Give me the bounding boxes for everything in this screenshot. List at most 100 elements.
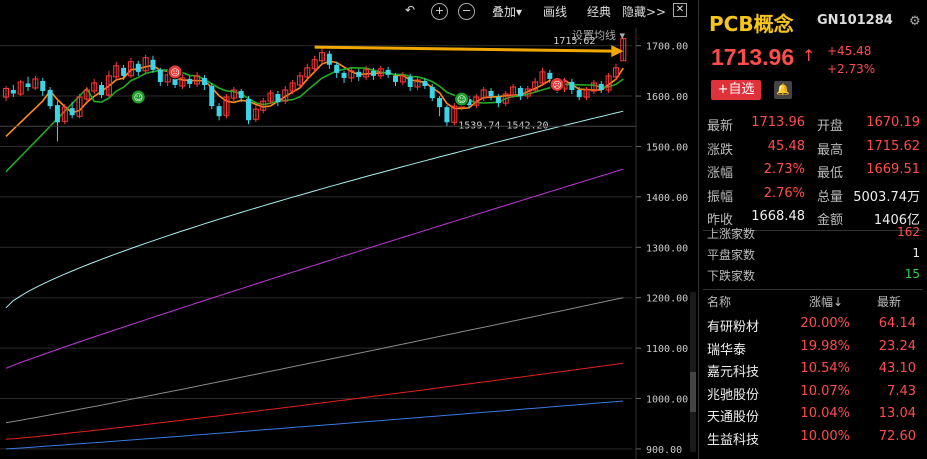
candle-body	[576, 90, 582, 98]
col-name[interactable]: 名称	[707, 293, 731, 310]
candle-body	[209, 85, 215, 107]
kline-chart-area[interactable]: 1700.00 1600.00 1500.00 1400.00 1300.00 1200.…	[0, 0, 697, 459]
candle-body	[157, 69, 163, 82]
candle-body	[69, 108, 75, 116]
candle-body	[275, 94, 281, 103]
undo-icon[interactable]: ↶	[405, 3, 415, 17]
stat-value: 5003.74万	[853, 189, 920, 205]
draw-line-button[interactable]: 画线	[543, 3, 567, 20]
table-row[interactable]: 兆驰股份 10.07% 7.43	[699, 381, 927, 404]
stock-name: 嘉元科技	[707, 365, 760, 380]
stat-label: 振幅	[707, 189, 734, 205]
close-icon[interactable]: ✕	[673, 3, 687, 17]
stock-price: 43.10	[878, 361, 916, 376]
col-change-pct[interactable]: 涨幅↓	[809, 293, 843, 310]
stock-name: 生益科技	[707, 432, 760, 448]
moving-average-line	[5, 400, 624, 450]
stat-value: 1668.48	[751, 209, 805, 224]
zoom-out-icon[interactable]: −	[458, 3, 475, 20]
chart-toolbar: ↶ + − 叠加▾ 画线 经典 隐藏>> ✕	[0, 0, 697, 24]
candle-body	[54, 105, 60, 123]
candle-body	[385, 69, 391, 75]
index-name: PCB概念	[709, 12, 794, 36]
stock-price: 64.14	[878, 316, 916, 331]
trend-arrow-head	[611, 45, 624, 58]
breadth-label: 下跌家数	[707, 269, 756, 283]
candlestick-chart[interactable]: 1700.00 1600.00 1500.00 1400.00 1300.00 1200.…	[0, 0, 697, 459]
stat-row: 振幅 2.76% 总量 5003.74万	[699, 183, 927, 207]
stat-label: 最高	[817, 142, 844, 158]
price-change: +45.48 +2.73%	[827, 42, 875, 78]
price-tick-label: 1000.00	[646, 395, 688, 406]
ma-setting-button[interactable]: 设置均线 ▾	[572, 27, 625, 43]
stock-price: 7.43	[887, 383, 916, 399]
candle-body	[429, 86, 435, 99]
table-row[interactable]: 瑞华泰 19.98% 23.24	[699, 336, 927, 359]
breadth-label: 上涨家数	[707, 227, 756, 241]
overlay-button[interactable]: 叠加▾	[492, 3, 522, 20]
stat-label: 总量	[817, 189, 844, 205]
stat-row: 涨幅 2.73% 最低 1669.51	[699, 159, 927, 183]
scroll-thumb[interactable]	[690, 372, 696, 412]
signal-face: ☹	[552, 80, 561, 91]
classic-button[interactable]: 经典	[587, 3, 611, 20]
table-row[interactable]: 生益科技 10.00% 72.60	[699, 426, 927, 449]
stat-value: 1669.51	[866, 162, 920, 177]
stock-name: 天通股份	[707, 410, 760, 425]
stat-value: 45.48	[767, 138, 805, 154]
stock-change-pct: 19.98%	[800, 338, 850, 354]
stat-label: 涨幅	[707, 166, 734, 181]
moving-average-line	[5, 110, 624, 309]
latest-price: 1713.96	[711, 44, 795, 70]
candle-body	[598, 83, 604, 91]
candle-body	[422, 80, 428, 86]
breadth-value: 162	[897, 225, 920, 239]
change-value: +45.48	[827, 44, 872, 58]
candle-body	[547, 72, 553, 79]
stock-change-pct: 20.00%	[800, 316, 850, 331]
hide-button[interactable]: 隐藏>>	[622, 3, 666, 20]
list-scrollbar[interactable]	[690, 292, 696, 452]
stock-name: 瑞华泰	[707, 342, 747, 358]
candle-body	[10, 90, 16, 94]
stock-name: 有研粉材	[707, 320, 760, 335]
stat-row: 涨跌 45.48 最高 1715.62	[699, 136, 927, 160]
quote-panel: PCB概念 GN101284 ⚙ 1713.96 ↑ +45.48 +2.73%…	[698, 0, 927, 459]
stat-value: 1670.19	[866, 115, 920, 130]
stat-value: 1713.96	[751, 115, 805, 130]
settings-icon[interactable]: ⚙	[909, 14, 921, 29]
stock-change-pct: 10.04%	[800, 406, 850, 421]
candle-body	[370, 70, 376, 76]
candle-body	[121, 67, 127, 76]
breadth-row: 下跌家数 15	[699, 265, 927, 286]
stock-price: 13.04	[878, 406, 916, 421]
candle-body	[334, 64, 340, 73]
zoom-in-icon[interactable]: +	[431, 3, 448, 20]
moving-average-line	[5, 168, 624, 369]
table-row[interactable]: 有研粉材 20.00% 64.14	[699, 313, 927, 336]
stock-price: 23.24	[878, 338, 916, 354]
candle-body	[444, 107, 450, 123]
candle-body	[47, 90, 53, 107]
candle-body	[517, 87, 523, 97]
candle-body	[40, 80, 46, 92]
stat-label: 涨跌	[707, 142, 734, 158]
up-arrow-icon: ↑	[802, 46, 816, 65]
price-tick-label: 1500.00	[646, 142, 688, 153]
candle-body	[437, 98, 443, 108]
quote-stats: 最新 1713.96 开盘 1670.19 涨跌 45.48 最高 1715.62 涨幅 2.73…	[699, 112, 927, 230]
bell-icon[interactable]: 🔔	[774, 81, 792, 99]
candle-body	[326, 53, 332, 65]
price-tick-label: 1300.00	[646, 243, 688, 254]
signal-face: ☺	[457, 95, 466, 106]
price-tick-label: 1600.00	[646, 92, 688, 103]
col-price[interactable]: 最新	[877, 293, 901, 310]
table-row[interactable]: 嘉元科技 10.54% 43.10	[699, 358, 927, 381]
price-tick-label: 1400.00	[646, 193, 688, 204]
stat-value: 1715.62	[866, 138, 920, 154]
table-row[interactable]: 天通股份 10.04% 13.04	[699, 403, 927, 426]
breadth-counts: 上涨家数 162 平盘家数 1 下跌家数 15	[699, 223, 927, 286]
add-favorite-button[interactable]: +自选	[711, 80, 761, 100]
candle-body	[392, 75, 398, 82]
price-tick-label: 1100.00	[646, 344, 688, 355]
